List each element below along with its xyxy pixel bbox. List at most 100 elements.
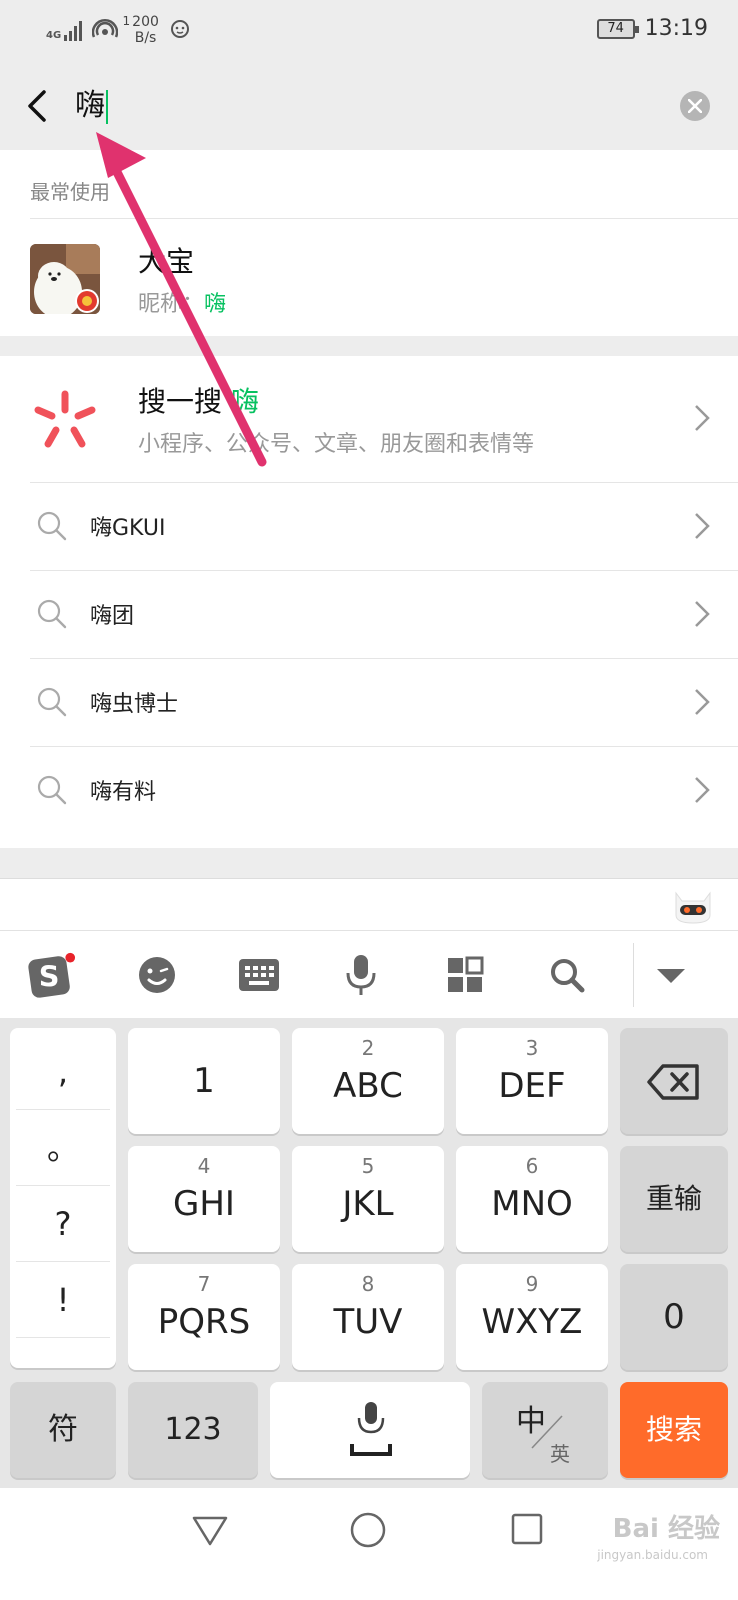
network-type: 4G (46, 30, 62, 41)
voice-input-button[interactable] (336, 951, 386, 999)
collapse-keyboard-button[interactable] (646, 951, 696, 999)
sogou-icon: S (28, 952, 76, 998)
search-icon (37, 775, 67, 805)
nickname-label: 昵称： (138, 292, 205, 317)
keyboard-toolbar: S (0, 930, 738, 1018)
status-bar: 4G 1 200 B/s 74 13:19 (0, 0, 738, 64)
key-number: 5 (361, 1154, 375, 1178)
key-label: 1 (193, 1061, 215, 1101)
nav-back-button[interactable] (190, 1510, 230, 1550)
contact-name: 大宝 (138, 245, 195, 278)
keyboard-search-button[interactable] (542, 951, 592, 999)
sousou-row[interactable]: 搜一搜 嗨 小程序、公众号、文章、朋友圈和表情等 (0, 356, 738, 482)
chevron-right-icon (695, 777, 710, 803)
key-label: WXYZ (481, 1302, 583, 1342)
suggestion-text: 嗨有料 (90, 780, 157, 805)
key-jkl[interactable]: 5 JKL (292, 1146, 444, 1252)
backspace-icon (647, 1064, 699, 1100)
punctuation-column: , 。 ? ! (10, 1028, 116, 1368)
key-wxyz[interactable]: 9 WXYZ (456, 1264, 608, 1370)
suggestion-text: 嗨虫博士 (90, 692, 179, 717)
key-label: PQRS (157, 1302, 251, 1342)
key-pqrs[interactable]: 7 PQRS (128, 1264, 280, 1370)
toolbar-divider (633, 943, 634, 1007)
sousou-title: 搜一搜 嗨 (138, 380, 259, 420)
sousou-label: 搜一搜 (138, 385, 223, 418)
chevron-right-icon (695, 405, 710, 431)
nav-home-button[interactable] (348, 1510, 388, 1550)
nickname-match: 嗨 (204, 292, 227, 317)
clear-search-button[interactable] (680, 91, 710, 121)
numbers-key[interactable]: 123 (128, 1382, 258, 1478)
symbol-key[interactable]: 符 (10, 1382, 116, 1478)
speed-unit: B/s (134, 30, 157, 46)
key-tuv[interactable]: 8 TUV (292, 1264, 444, 1370)
language-switch-key[interactable]: 中 英 (482, 1382, 608, 1478)
punctuation-key[interactable]: ! (16, 1262, 110, 1338)
circle-home-icon (350, 1512, 386, 1548)
key-1[interactable]: 1 (128, 1028, 280, 1134)
key-abc[interactable]: 2 ABC (292, 1028, 444, 1134)
suggestion-row[interactable]: 嗨有料 (0, 746, 738, 834)
search-key[interactable]: 搜索 (620, 1382, 728, 1478)
space-key[interactable] (270, 1382, 470, 1478)
punctuation-key[interactable]: , (16, 1034, 110, 1110)
search-suggestions-section: 搜一搜 嗨 小程序、公众号、文章、朋友圈和表情等 嗨GKUI 嗨团 嗨虫博士 嗨… (0, 356, 738, 848)
suggestion-row[interactable]: 嗨团 (0, 570, 738, 658)
keyboard-switch-button[interactable] (234, 951, 284, 999)
sogou-logo-button[interactable]: S (26, 951, 76, 999)
key-mno[interactable]: 6 MNO (456, 1146, 608, 1252)
section-label-frequent: 最常使用 (30, 180, 110, 204)
chevron-down-icon (657, 969, 685, 983)
microphone-icon (346, 955, 376, 995)
navigation-bar: Bai 经验 jingyan.baidu.com (0, 1488, 738, 1600)
toolbox-button[interactable] (440, 951, 490, 999)
mascot-icon[interactable] (672, 887, 714, 925)
suggestion-text: 嗨团 (90, 604, 135, 629)
key-label: 搜索 (645, 1413, 702, 1446)
key-number: 3 (525, 1036, 539, 1060)
search-icon (37, 687, 67, 717)
key-ghi[interactable]: 4 GHI (128, 1146, 280, 1252)
network-speed: 200 B/s (132, 14, 159, 46)
back-button[interactable] (20, 86, 60, 126)
key-number: 2 (361, 1036, 375, 1060)
triangle-back-icon (192, 1516, 228, 1546)
suggestion-row[interactable]: 嗨GKUI (0, 482, 738, 570)
signal-bars-icon (64, 19, 83, 41)
key-label: 符 (48, 1412, 78, 1447)
nav-recents-button[interactable] (508, 1510, 548, 1550)
punctuation-key[interactable]: 。 (16, 1110, 110, 1186)
backspace-key[interactable] (620, 1028, 728, 1134)
punctuation-key[interactable]: ? (16, 1186, 110, 1262)
face-icon (169, 17, 191, 43)
contact-result[interactable]: 大宝 昵称：嗨 (0, 218, 738, 336)
sousou-icon (30, 386, 100, 456)
contact-nickname: 昵称：嗨 (138, 286, 226, 318)
key-0[interactable]: 0 (620, 1264, 728, 1370)
search-icon (551, 959, 585, 993)
key-label: MNO (491, 1184, 573, 1224)
svg-text:S: S (39, 960, 60, 994)
wifi-hotspot-icon: 1 (91, 14, 130, 42)
sousou-subtitle: 小程序、公众号、文章、朋友圈和表情等 (138, 432, 535, 457)
watermark-url: jingyan.baidu.com (597, 1548, 708, 1562)
frequent-section: 最常使用 大宝 昵称：嗨 (0, 150, 738, 336)
back-arrow-icon (28, 90, 46, 122)
suggestion-row[interactable]: 嗨虫博士 (0, 658, 738, 746)
search-input[interactable]: 嗨 (75, 84, 108, 128)
watermark: Bai 经验 (612, 1514, 720, 1544)
emoji-button[interactable] (132, 951, 182, 999)
speed-value: 200 (132, 14, 159, 30)
key-label: 0 (663, 1297, 685, 1337)
status-right: 74 13:19 (596, 16, 708, 41)
reinput-key[interactable]: 重输 (620, 1146, 728, 1252)
key-number: 9 (525, 1272, 539, 1296)
key-label: DEF (498, 1066, 566, 1106)
square-recents-icon (511, 1513, 543, 1545)
keyboard-candidate-bar (0, 878, 738, 930)
key-def[interactable]: 3 DEF (456, 1028, 608, 1134)
chevron-right-icon (695, 601, 710, 627)
space-mic-icon (350, 1402, 392, 1456)
key-number: 6 (525, 1154, 539, 1178)
